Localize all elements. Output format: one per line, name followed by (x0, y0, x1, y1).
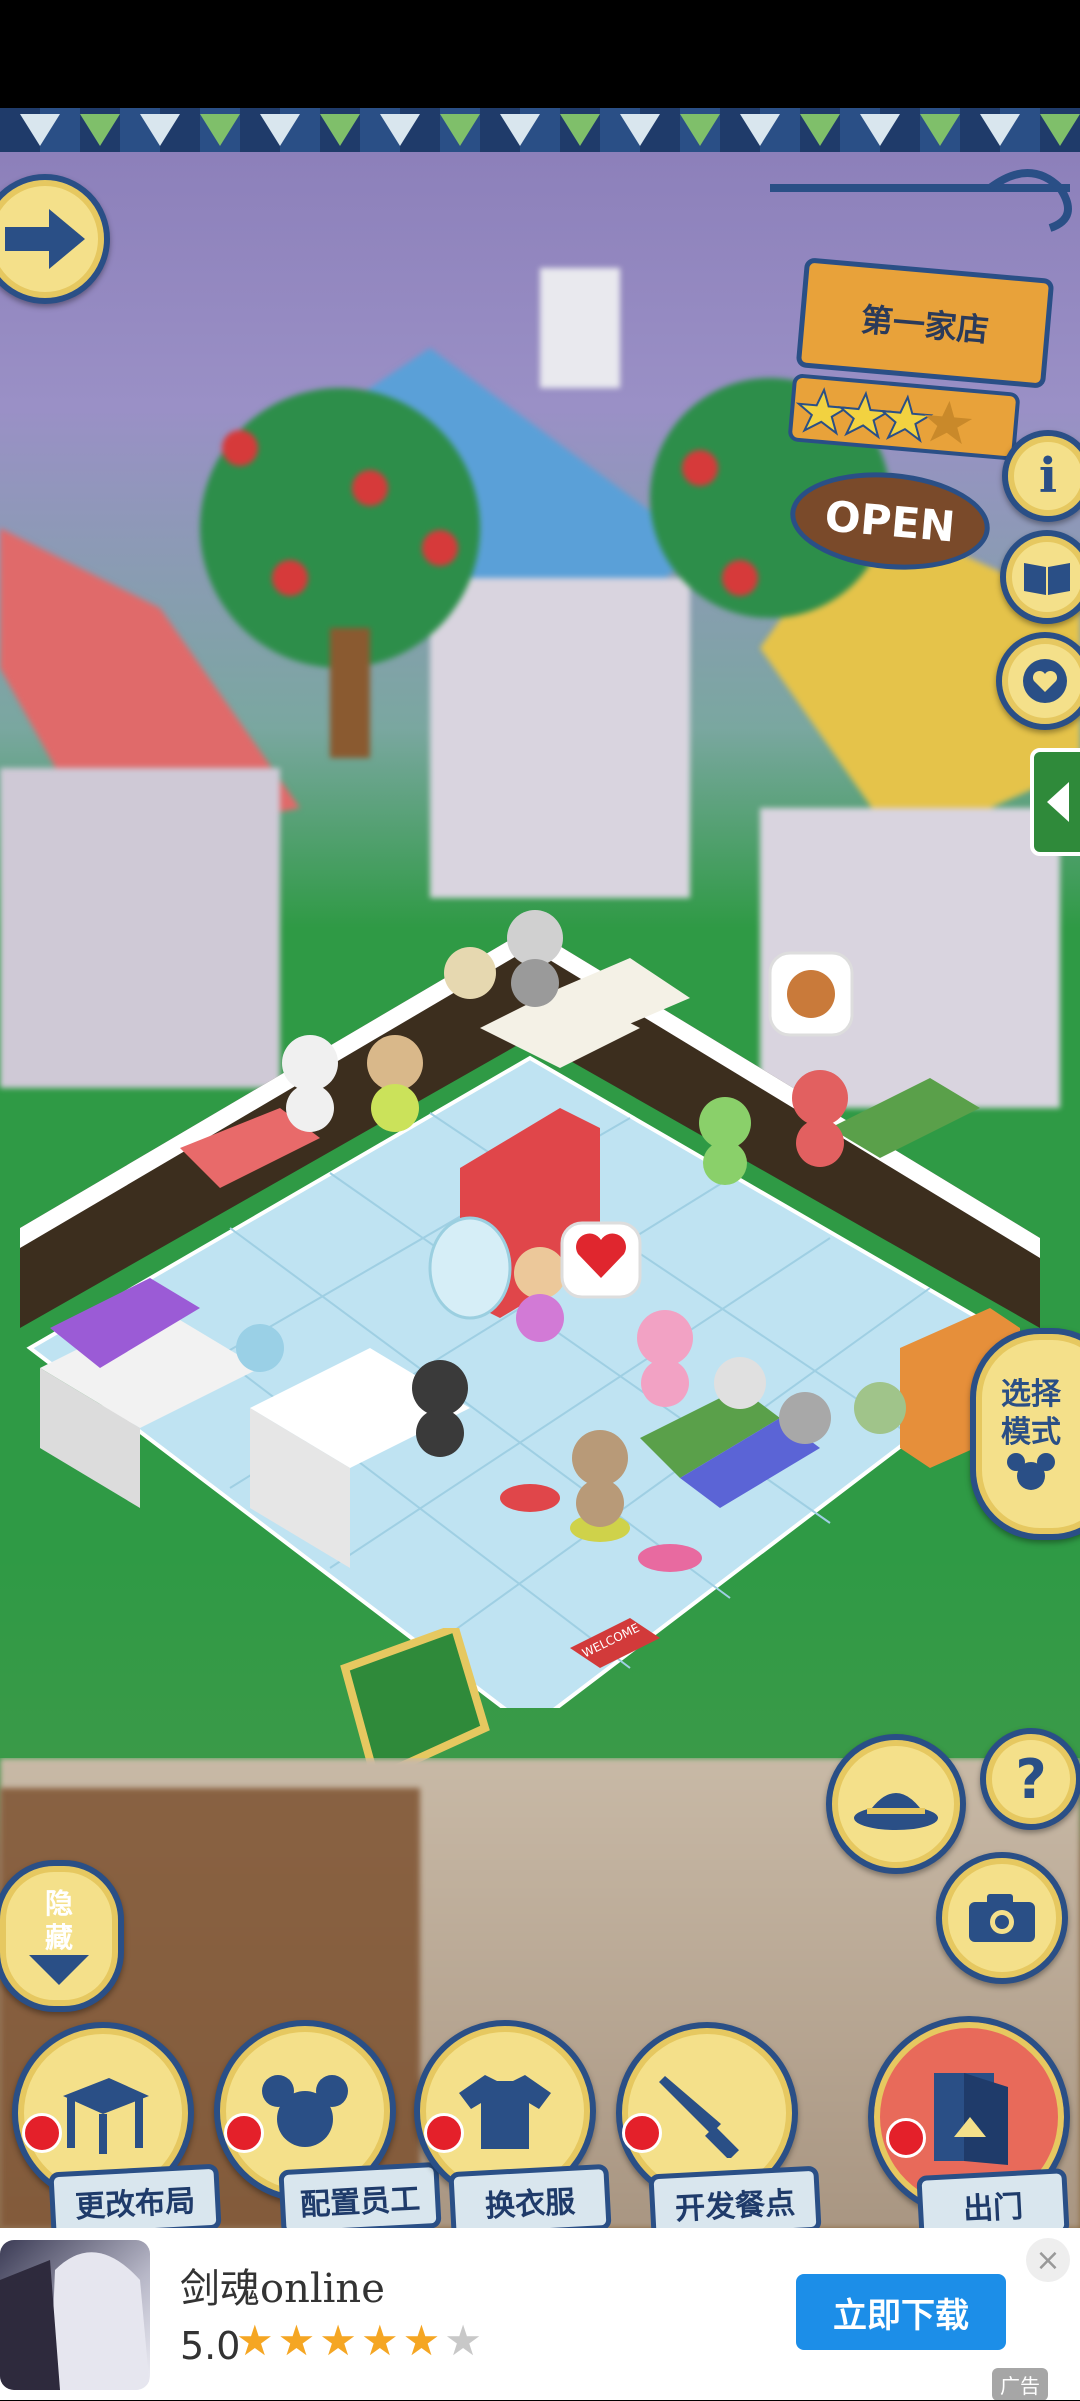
ad-banner[interactable]: 剑魂online 5.0 ★★★★★★ 立即下载 × (0, 2228, 1080, 2400)
knife-icon (659, 2076, 739, 2158)
heart-bubble (560, 1221, 642, 1299)
character-rabbit-green[interactable] (699, 1097, 751, 1185)
shirt-icon (459, 2075, 551, 2149)
hat-button[interactable] (826, 1734, 966, 1874)
character-bear[interactable] (367, 1035, 423, 1132)
arrow-down-icon (29, 1955, 89, 1985)
character-squirrel[interactable] (854, 1382, 906, 1434)
mode-select-button[interactable]: 选择模式 (970, 1328, 1080, 1540)
ad-tag: 广告 (992, 2368, 1048, 2401)
character-black-cat[interactable] (412, 1360, 468, 1457)
chevron-left-icon (1047, 782, 1069, 822)
ad-rating-value: 5.0 (180, 2324, 241, 2368)
pin-icon (622, 2113, 662, 2153)
character-pink-bunny[interactable] (637, 1310, 693, 1407)
rating-stars-icon (795, 387, 973, 445)
character-rabbit-tan[interactable] (514, 1247, 566, 1342)
question-icon: ? (1015, 1747, 1047, 1811)
assign-staff-label[interactable]: 配置员工 (278, 2161, 442, 2228)
side-panel-toggle[interactable] (1030, 748, 1080, 856)
help-button[interactable]: ? (980, 1728, 1080, 1830)
character-pink-bear[interactable] (792, 1070, 848, 1167)
mouse-head-icon (1007, 1453, 1055, 1490)
character-cat-blue[interactable] (236, 1324, 284, 1372)
change-clothes-label[interactable]: 换衣服 (448, 2163, 612, 2228)
character-brown-bear[interactable] (572, 1430, 628, 1527)
mode-select-label: 选择模式 (1001, 1377, 1061, 1450)
food-request-bubble[interactable] (768, 951, 854, 1037)
ad-rating-stars: ★★★★★★ (236, 2316, 486, 2365)
ad-close-button[interactable]: × (1026, 2238, 1070, 2282)
ad-title[interactable]: 剑魂online (180, 2256, 385, 2314)
mouse-head-icon (262, 2075, 348, 2147)
character-grey-bear[interactable] (714, 1357, 831, 1444)
change-layout-label[interactable]: 更改布局 (48, 2163, 222, 2228)
develop-dish-label[interactable]: 开发餐点 (648, 2165, 822, 2228)
ad-app-icon[interactable] (0, 2240, 150, 2390)
characters-layer[interactable] (0, 808, 1080, 1708)
heart-bubble-icon (1023, 659, 1067, 703)
game-character-image (0, 2252, 150, 2390)
open-status-sign: OPEN (786, 464, 994, 578)
bunting-decoration (0, 108, 1080, 152)
pin-icon (224, 2113, 264, 2153)
pin-icon (22, 2113, 62, 2153)
character-cat-sitting[interactable] (444, 947, 496, 999)
table-icon (63, 2078, 149, 2154)
star-icon: ★★★★★ (236, 2316, 445, 2365)
status-bar (0, 0, 1080, 108)
star-empty-icon: ★ (444, 2316, 486, 2365)
store-name-label: 第一家店 (795, 257, 1055, 389)
camera-icon (969, 1894, 1035, 1942)
ad-download-button[interactable]: 立即下载 (796, 2274, 1006, 2350)
bunting-flags (20, 114, 1080, 146)
go-out-label[interactable]: 出门 (916, 2168, 1070, 2228)
info-icon: i (1038, 448, 1058, 504)
menu-book-icon (1024, 563, 1070, 595)
arrow-right-icon (5, 209, 85, 269)
door-icon (934, 2073, 1008, 2165)
store-rating (787, 373, 1021, 461)
hat-icon (854, 1793, 938, 1830)
character-raccoon[interactable] (507, 910, 563, 1007)
character-rainbow-cat[interactable] (282, 1035, 338, 1132)
hide-button[interactable]: 隐藏 (0, 1860, 124, 2012)
hide-label: 隐藏 (44, 1887, 73, 1954)
pin-icon (424, 2113, 464, 2153)
game-view[interactable]: WELCOME 第一家店 OPEN i 选择模式 ? 隐藏 更改布局 配置员工 … (0, 108, 1080, 2228)
pin-icon (886, 2118, 926, 2158)
camera-button[interactable] (936, 1852, 1068, 1984)
